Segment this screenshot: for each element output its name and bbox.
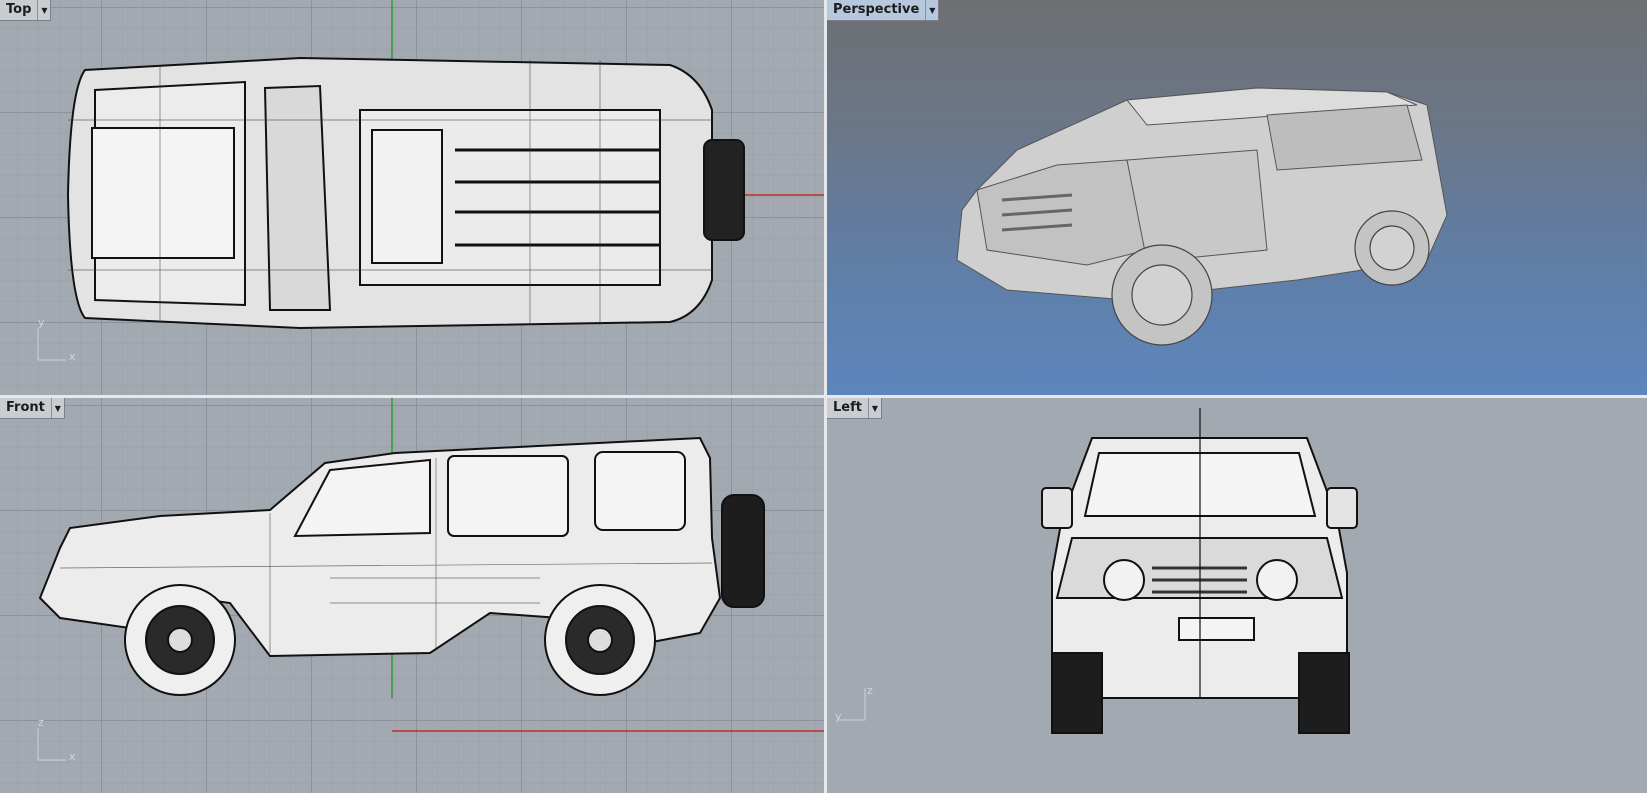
viewport-title: Left [833,400,862,415]
front-view-wireframe: z x [37,398,824,763]
viewport-tab-left[interactable]: Left ▼ [827,398,882,419]
axis-label-x: x [69,750,76,763]
top-view-wireframe: y x [37,0,824,363]
viewport-front[interactable]: z x Front ▼ [0,398,824,793]
viewport-title: Perspective [833,2,920,17]
viewport-title: Front [6,400,45,415]
viewport-tab-front[interactable]: Front ▼ [0,398,65,419]
axis-label-x: x [69,350,76,363]
viewport-tab-perspective[interactable]: Perspective ▼ [827,0,940,21]
left-view-wireframe: z y [835,408,1358,734]
triangle-down-icon[interactable]: ▼ [925,0,938,20]
triangle-down-icon[interactable]: ▼ [867,398,881,418]
viewport-splitter-horizontal[interactable] [0,395,1647,398]
viewport-perspective[interactable]: Perspective ▼ [827,0,1647,395]
axis-label-y: y [835,710,842,723]
viewport-layout: y x Top ▼ Perspective ▼ z x Front ▼ z y … [0,0,1647,793]
viewport-left[interactable]: z y Left ▼ [827,398,1647,793]
viewport-top[interactable]: y x Top ▼ [0,0,824,395]
axis-label-z: z [867,684,873,697]
viewport-tab-top[interactable]: Top ▼ [0,0,52,21]
axis-label-y: y [38,316,45,329]
triangle-down-icon[interactable]: ▼ [50,398,64,418]
triangle-down-icon[interactable]: ▼ [37,0,50,20]
viewport-title: Top [6,2,32,17]
perspective-shaded-model [956,87,1448,346]
axis-label-z: z [38,716,44,729]
